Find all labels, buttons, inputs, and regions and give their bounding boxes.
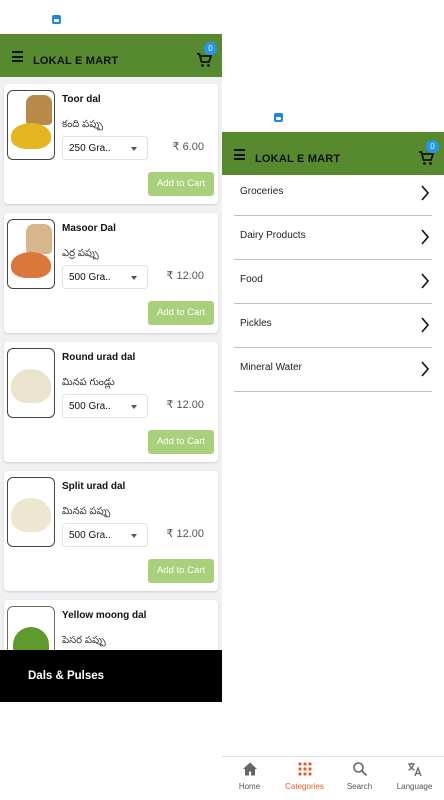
app-title: LOKAL E MART (33, 55, 119, 67)
product-image (7, 477, 55, 547)
product-card[interactable]: Round urad dal మినప గుండ్లు 500 Gra.. ₹ … (4, 342, 218, 462)
categories-screen: LOKAL E MART 0 Groceries Dairy Products … (222, 0, 444, 800)
menu-icon[interactable] (234, 149, 245, 160)
cart-count-badge: 0 (204, 42, 217, 55)
nav-label: Language (396, 782, 433, 791)
bottom-navigation: Home Categories Search Language (222, 756, 444, 800)
category-item-dairy-products[interactable]: Dairy Products (234, 216, 432, 260)
grid-icon (297, 762, 312, 776)
quantity-select[interactable]: 250 Gra.. (62, 136, 148, 160)
product-local-name: కంది పప్పు (62, 119, 103, 130)
category-item-food[interactable]: Food (234, 260, 432, 304)
add-to-cart-button[interactable]: Add to Cart (148, 559, 214, 583)
category-banner: Dals & Pulses (0, 650, 222, 702)
chevron-right-icon (421, 273, 430, 289)
product-local-name: ఎర్ర పప్పు (62, 248, 99, 259)
cart-count-badge: 0 (426, 140, 439, 153)
nav-home[interactable]: Home (222, 761, 277, 799)
product-local-name: పెసర పప్పు (62, 635, 106, 646)
product-name: Round urad dal (62, 352, 136, 363)
dropdown-arrow-icon (131, 534, 137, 538)
category-label: Mineral Water (240, 362, 302, 373)
category-label: Groceries (240, 186, 284, 197)
quantity-value: 500 Gra.. (69, 530, 111, 541)
category-label: Dairy Products (240, 230, 306, 241)
notification-icon (274, 113, 283, 122)
search-icon (352, 762, 367, 777)
product-name: Masoor Dal (62, 223, 116, 234)
product-name: Split urad dal (62, 481, 126, 492)
product-image (7, 219, 55, 289)
screens-container: LOKAL E MART 0 Toor dal కంది పప్పు 250 G… (0, 0, 444, 800)
nav-search[interactable]: Search (332, 761, 387, 799)
quantity-select[interactable]: 500 Gra.. (62, 265, 148, 289)
product-name: Yellow moong dal (62, 610, 147, 621)
product-card[interactable]: Toor dal కంది పప్పు 250 Gra.. ₹ 6.00 Add… (4, 84, 218, 204)
quantity-select[interactable]: 500 Gra.. (62, 394, 148, 418)
chevron-right-icon (421, 361, 430, 377)
chevron-right-icon (421, 317, 430, 333)
product-local-name: మినప గుండ్లు (62, 377, 115, 388)
nav-label: Home (238, 782, 261, 791)
product-image (7, 90, 55, 160)
category-item-groceries[interactable]: Groceries (234, 172, 432, 216)
add-to-cart-button[interactable]: Add to Cart (148, 172, 214, 196)
category-banner-title: Dals & Pulses (28, 670, 105, 682)
dropdown-arrow-icon (131, 405, 137, 409)
quantity-value: 500 Gra.. (69, 401, 111, 412)
chevron-right-icon (421, 229, 430, 245)
product-price: ₹ 12.00 (166, 270, 204, 282)
quantity-value: 250 Gra.. (69, 143, 111, 154)
nav-categories[interactable]: Categories (277, 761, 332, 799)
dropdown-arrow-icon (131, 147, 137, 151)
category-item-mineral-water[interactable]: Mineral Water (234, 348, 432, 392)
dropdown-arrow-icon (131, 276, 137, 280)
category-label: Pickles (240, 318, 272, 329)
product-local-name: మినప పప్పు (62, 506, 111, 517)
menu-icon[interactable] (12, 51, 23, 62)
add-to-cart-button[interactable]: Add to Cart (148, 430, 214, 454)
category-label: Food (240, 274, 263, 285)
product-image (7, 348, 55, 418)
quantity-select[interactable]: 500 Gra.. (62, 523, 148, 547)
home-icon (242, 762, 257, 776)
nav-language[interactable]: Language (387, 761, 442, 799)
product-price: ₹ 6.00 (172, 141, 204, 153)
app-bar: LOKAL E MART 0 (222, 132, 444, 175)
category-item-pickles[interactable]: Pickles (234, 304, 432, 348)
nav-label: Categories (285, 782, 324, 791)
product-price: ₹ 12.00 (166, 528, 204, 540)
product-name: Toor dal (62, 94, 101, 105)
notification-icon (52, 15, 61, 24)
product-card[interactable]: Split urad dal మినప పప్పు 500 Gra.. ₹ 12… (4, 471, 218, 591)
add-to-cart-button[interactable]: Add to Cart (148, 301, 214, 325)
product-card[interactable]: Masoor Dal ఎర్ర పప్పు 500 Gra.. ₹ 12.00 … (4, 213, 218, 333)
nav-label: Search (346, 782, 373, 791)
chevron-right-icon (421, 185, 430, 201)
status-bar (0, 0, 222, 34)
product-price: ₹ 12.00 (166, 399, 204, 411)
translate-icon (407, 762, 422, 777)
product-list-screen: LOKAL E MART 0 Toor dal కంది పప్పు 250 G… (0, 0, 222, 702)
app-bar: LOKAL E MART 0 (0, 34, 222, 77)
quantity-value: 500 Gra.. (69, 272, 111, 283)
app-title: LOKAL E MART (255, 153, 341, 165)
